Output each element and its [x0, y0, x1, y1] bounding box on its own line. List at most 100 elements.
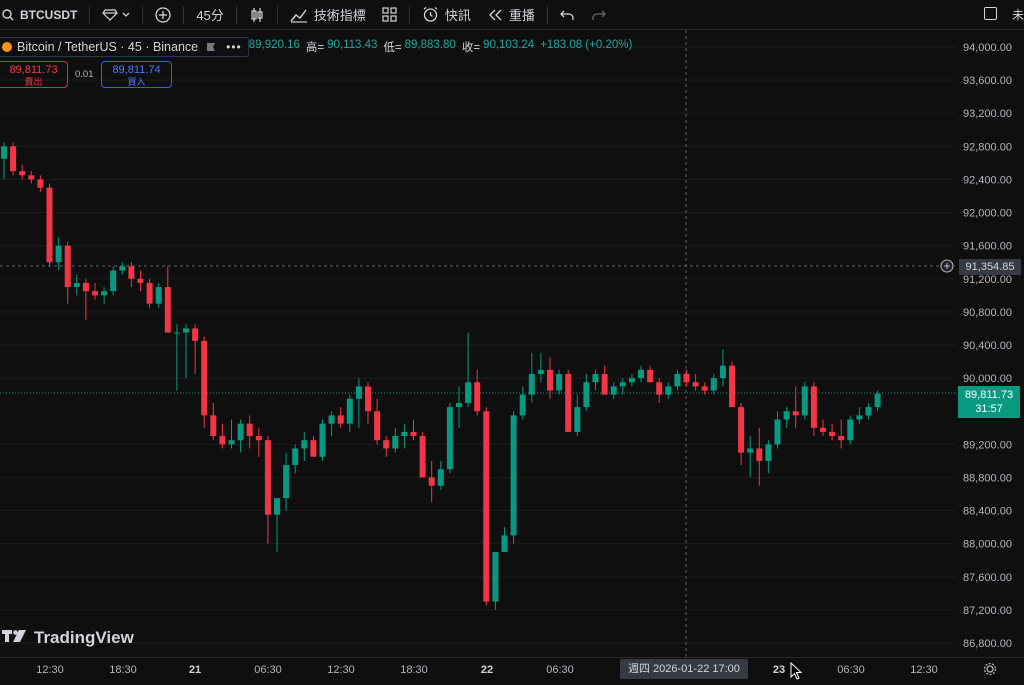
candle	[556, 369, 563, 395]
high-label: 高=	[305, 42, 325, 54]
layout-button[interactable]	[374, 0, 405, 30]
candle	[501, 527, 508, 552]
candle-body	[155, 287, 162, 304]
candle	[64, 241, 71, 304]
toolbar-divider	[546, 5, 548, 24]
candle	[674, 369, 681, 391]
candle	[437, 460, 444, 490]
candle	[292, 444, 299, 474]
candle	[73, 274, 80, 296]
candle-body	[665, 386, 672, 395]
low-value: 89,883.80	[404, 39, 456, 51]
time-tick-label: 06:30	[837, 664, 865, 676]
price-tick-label: 92,400.00	[963, 174, 1012, 186]
premium-button[interactable]	[94, 0, 138, 30]
interval-label: 45分	[196, 8, 224, 23]
candle-body	[565, 373, 572, 432]
tradingview-logo-icon	[2, 628, 28, 648]
candle	[801, 382, 808, 420]
price-tick-label: 88,400.00	[963, 506, 1012, 518]
candle-body	[337, 415, 344, 424]
candle	[628, 373, 635, 387]
replay-button[interactable]: 重播	[479, 0, 543, 30]
time-axis[interactable]: 12:30 18:30 21 06:30 12:30 18:30 22 06:30 23 06:3…	[0, 657, 1024, 682]
candle	[810, 382, 817, 437]
more-icon[interactable]: •••	[226, 40, 242, 54]
candle	[301, 431, 308, 461]
settings-gear-icon[interactable]	[983, 662, 997, 679]
toolbar-divider	[142, 5, 144, 24]
candle-body	[392, 436, 399, 449]
symbol-search[interactable]: BTCUSDT	[0, 0, 85, 30]
undo-icon	[559, 9, 575, 21]
candle-body	[810, 386, 817, 428]
buy-button[interactable]: 89,811.74 買入	[101, 61, 172, 88]
candle-body	[310, 440, 317, 457]
price-chart[interactable]: 94,000.00 93,600.00 93,200.00 92,800.00 92,4…	[0, 30, 1024, 657]
candle	[865, 402, 872, 420]
candle-body	[537, 369, 544, 374]
candle-body	[710, 378, 717, 391]
candle-body	[592, 373, 599, 383]
candle-body	[747, 448, 754, 453]
sell-price: 89,811.73	[9, 64, 58, 76]
candle-body	[137, 278, 144, 283]
price-tick-label: 90,400.00	[963, 340, 1012, 352]
candle	[101, 287, 108, 304]
candle-body	[383, 440, 390, 449]
candle-body	[492, 551, 499, 602]
fullscreen-icon[interactable]	[984, 7, 997, 20]
candle-body	[101, 291, 108, 296]
candle-body	[264, 440, 271, 515]
undo-button[interactable]	[552, 0, 583, 30]
candle	[465, 332, 472, 408]
candle	[601, 365, 608, 395]
candle	[210, 402, 217, 441]
candle	[246, 415, 253, 449]
candle-body	[719, 365, 726, 379]
candle-body	[638, 369, 644, 379]
news-alert-button[interactable]: 快訊	[414, 0, 479, 30]
price-axis[interactable]: 94,000.00 93,600.00 93,200.00 92,800.00 92,4…	[963, 42, 1012, 650]
alarm-clock-icon	[422, 6, 439, 23]
candle	[201, 336, 208, 428]
flag-icon	[206, 42, 216, 52]
candle	[173, 324, 180, 391]
chart-type-button[interactable]	[241, 0, 273, 30]
interval-button[interactable]: 45分	[188, 0, 231, 30]
candle-body	[301, 440, 308, 449]
candle	[719, 349, 726, 387]
plus-circle-icon	[155, 6, 171, 23]
candle-body	[465, 382, 472, 403]
candle-body	[619, 382, 626, 387]
candle	[92, 282, 98, 300]
sell-button[interactable]: 89,811.73 賣出	[0, 61, 68, 88]
symbol-legend[interactable]: Bitcoin / TetherUS · 45 · Binance •••	[0, 37, 249, 57]
add-alert-plus-icon[interactable]	[940, 259, 954, 278]
candle-body	[119, 266, 126, 271]
time-tick-label: 18:30	[109, 664, 137, 676]
candle	[192, 324, 199, 374]
time-tick-label: 22	[480, 664, 494, 676]
candle-body	[246, 423, 253, 437]
redo-button[interactable]	[583, 0, 614, 30]
candle	[665, 382, 672, 399]
search-icon	[2, 8, 14, 21]
price-tick-label: 92,800.00	[963, 141, 1012, 153]
candle	[692, 373, 699, 391]
candle	[874, 390, 881, 412]
candle	[829, 423, 836, 441]
candle-body	[765, 444, 772, 461]
candle-body	[601, 373, 608, 395]
toolbar-divider	[276, 5, 278, 24]
bar-countdown: 31:57	[975, 403, 1003, 415]
price-tick-label: 90,800.00	[963, 307, 1012, 319]
compare-symbol-button[interactable]	[147, 0, 179, 30]
candle-body	[574, 407, 581, 432]
candle-body	[647, 369, 654, 383]
candle-body	[255, 436, 262, 441]
candle	[37, 175, 44, 192]
chart-legend: Bitcoin / TetherUS · 45 · Binance ••• 89…	[0, 37, 638, 57]
candle-body	[783, 411, 790, 420]
indicators-button[interactable]: 技術指標	[282, 0, 374, 30]
